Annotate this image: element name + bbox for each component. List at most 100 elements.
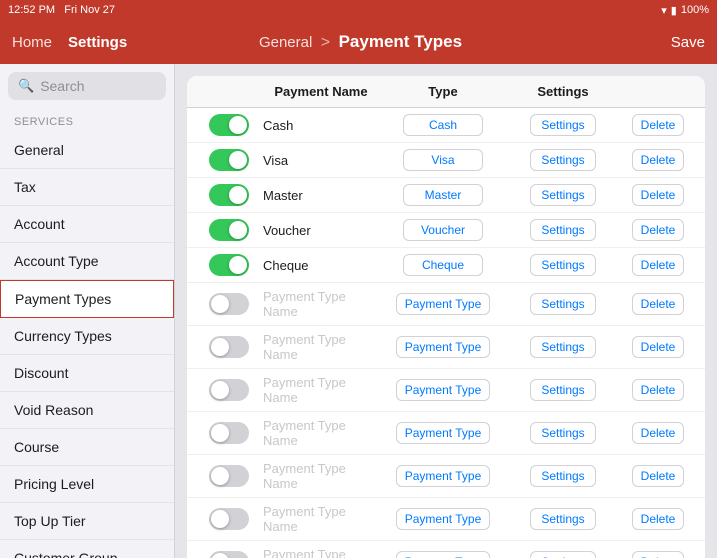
header: Home Settings General > Payment Types Sa… [0,20,717,64]
toggle-switch[interactable] [209,551,249,558]
type-button[interactable]: Visa [403,149,483,171]
table-row: ChequeChequeSettingsDelete [187,248,705,283]
sidebar-item-pricing-level[interactable]: Pricing Level [0,466,174,503]
type-cell: Payment Type [383,465,503,487]
toggle-cell [199,184,259,206]
toggle-switch[interactable] [209,508,249,530]
type-button[interactable]: Payment Type [396,551,491,558]
delete-button[interactable]: Delete [632,293,685,315]
save-button[interactable]: Save [671,34,705,51]
type-button[interactable]: Cheque [403,254,483,276]
settings-button[interactable]: Settings [530,508,595,530]
delete-cell: Delete [623,114,693,136]
type-button[interactable]: Payment Type [396,422,491,444]
sidebar-item-general[interactable]: General [0,132,174,169]
sidebar-item-currency-types[interactable]: Currency Types [0,318,174,355]
toggle-cell [199,336,259,358]
settings-button[interactable]: Settings [530,336,595,358]
page-title: Payment Types [339,32,462,51]
sidebar-item-customer-group[interactable]: Customer Group [0,540,174,558]
breadcrumb: General [259,34,312,51]
toggle-switch[interactable] [209,379,249,401]
sidebar-item-payment-types[interactable]: Payment Types [0,280,174,318]
search-icon: 🔍 [18,78,34,94]
type-button[interactable]: Voucher [403,219,483,241]
settings-cell: Settings [503,254,623,276]
settings-cell: Settings [503,149,623,171]
home-nav[interactable]: Home [12,34,52,51]
settings-button[interactable]: Settings [530,254,595,276]
settings-button[interactable]: Settings [530,149,595,171]
delete-button[interactable]: Delete [632,114,685,136]
delete-button[interactable]: Delete [632,379,685,401]
toggle-switch[interactable] [209,184,249,206]
payment-name: Master [259,188,383,203]
type-cell: Payment Type [383,293,503,315]
toggle-switch[interactable] [209,293,249,315]
delete-cell: Delete [623,422,693,444]
status-time: 12:52 PM Fri Nov 27 [8,4,115,16]
type-cell: Payment Type [383,551,503,558]
payment-name: Payment Type Name [259,547,383,558]
settings-cell: Settings [503,336,623,358]
sidebar-item-void-reason[interactable]: Void Reason [0,392,174,429]
settings-cell: Settings [503,114,623,136]
settings-nav[interactable]: Settings [68,34,127,51]
toggle-switch[interactable] [209,219,249,241]
sidebar-list: GeneralTaxAccountAccount TypePayment Typ… [0,132,174,558]
table-row: Payment Type NamePayment TypeSettingsDel… [187,326,705,369]
toggle-cell [199,422,259,444]
settings-button[interactable]: Settings [530,184,595,206]
toggle-switch[interactable] [209,336,249,358]
sidebar-item-course[interactable]: Course [0,429,174,466]
settings-button[interactable]: Settings [530,114,595,136]
table-row: Payment Type NamePayment TypeSettingsDel… [187,455,705,498]
toggle-switch[interactable] [209,465,249,487]
delete-button[interactable]: Delete [632,465,685,487]
settings-cell: Settings [503,508,623,530]
delete-button[interactable]: Delete [632,184,685,206]
sidebar-item-top-up-tier[interactable]: Top Up Tier [0,503,174,540]
toggle-switch[interactable] [209,149,249,171]
settings-button[interactable]: Settings [530,422,595,444]
type-button[interactable]: Payment Type [396,336,491,358]
delete-cell: Delete [623,184,693,206]
sidebar-item-tax[interactable]: Tax [0,169,174,206]
settings-button[interactable]: Settings [530,293,595,315]
type-button[interactable]: Payment Type [396,379,491,401]
main-layout: 🔍 Search SERVICES GeneralTaxAccountAccou… [0,64,717,558]
type-button[interactable]: Payment Type [396,293,491,315]
delete-button[interactable]: Delete [632,551,685,558]
settings-button[interactable]: Settings [530,379,595,401]
settings-button[interactable]: Settings [530,219,595,241]
toggle-switch[interactable] [209,254,249,276]
status-right: ▾ ▮ 100% [661,4,709,17]
settings-cell: Settings [503,465,623,487]
delete-cell: Delete [623,379,693,401]
table-header: Payment Name Type Settings [187,76,705,108]
toggle-switch[interactable] [209,422,249,444]
type-button[interactable]: Master [403,184,483,206]
delete-button[interactable]: Delete [632,149,685,171]
delete-button[interactable]: Delete [632,254,685,276]
search-bar[interactable]: 🔍 Search [8,72,166,100]
delete-button[interactable]: Delete [632,219,685,241]
table-row: Payment Type NamePayment TypeSettingsDel… [187,283,705,326]
delete-button[interactable]: Delete [632,422,685,444]
sidebar-item-account-type[interactable]: Account Type [0,243,174,280]
delete-button[interactable]: Delete [632,508,685,530]
type-button[interactable]: Payment Type [396,508,491,530]
sidebar-item-discount[interactable]: Discount [0,355,174,392]
table-row: VisaVisaSettingsDelete [187,143,705,178]
battery-level: 100% [681,4,709,16]
delete-button[interactable]: Delete [632,336,685,358]
type-button[interactable]: Payment Type [396,465,491,487]
settings-button[interactable]: Settings [530,465,595,487]
col-settings: Settings [503,84,623,99]
settings-button[interactable]: Settings [530,551,595,558]
sidebar-item-account[interactable]: Account [0,206,174,243]
type-button[interactable]: Cash [403,114,483,136]
toggle-switch[interactable] [209,114,249,136]
delete-cell: Delete [623,254,693,276]
header-center: General > Payment Types [187,32,530,52]
